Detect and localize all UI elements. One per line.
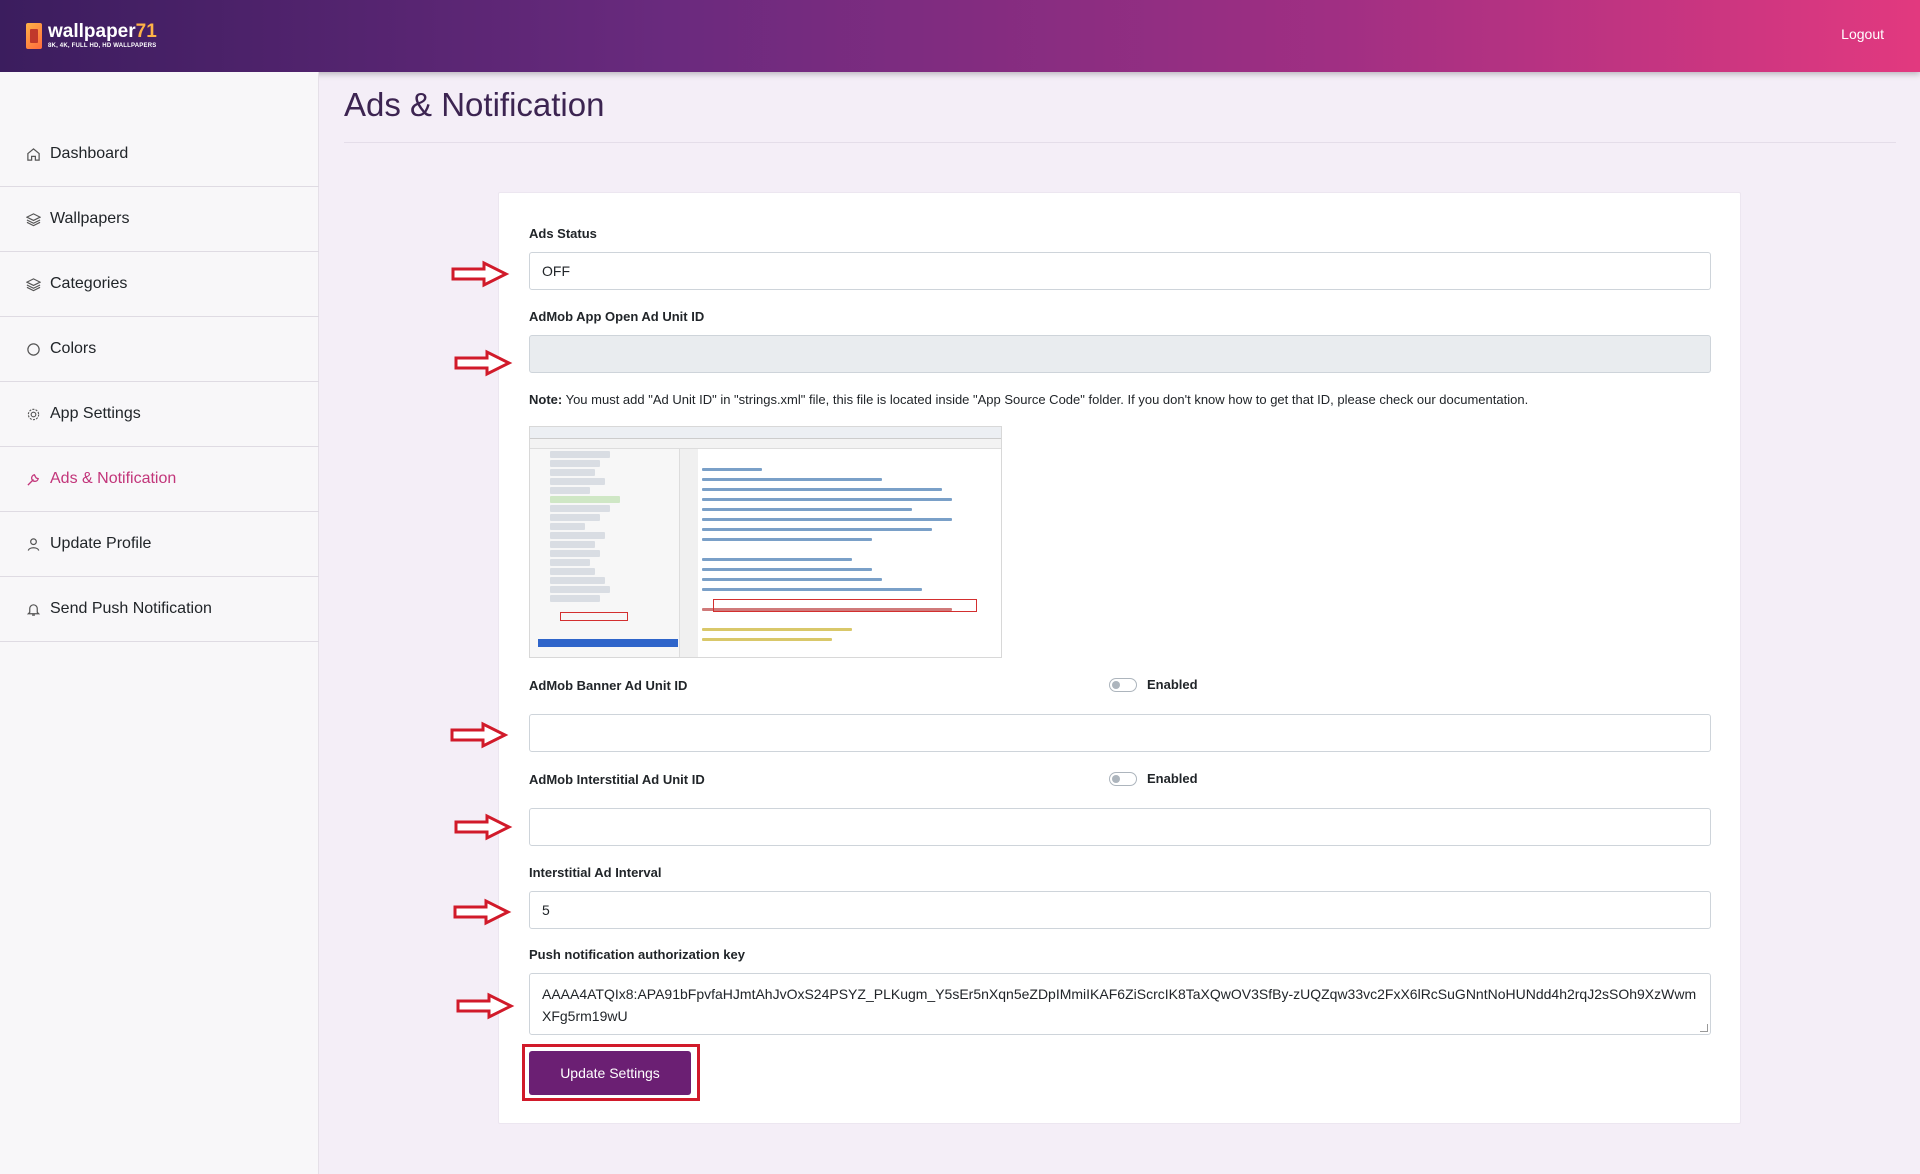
sidebar-item-label: Dashboard <box>50 145 129 162</box>
sidebar-item-wallpapers[interactable]: Wallpapers <box>0 187 319 252</box>
ads-status-select[interactable]: OFF <box>529 252 1711 290</box>
sidebar-item-update-profile[interactable]: Update Profile <box>0 512 319 577</box>
sidebar-item-label: Update Profile <box>50 535 152 552</box>
app-logo[interactable]: wallpaper71 8K, 4K, FULL HD, HD WALLPAPE… <box>26 22 157 49</box>
circle-icon <box>24 340 42 358</box>
page-title: Ads & Notification <box>344 86 605 123</box>
interstitial-toggle[interactable]: Enabled <box>1109 771 1198 786</box>
logo-icon <box>26 22 42 49</box>
logo-name: wallpaper <box>48 21 136 42</box>
logo-accent: 71 <box>135 21 157 42</box>
banner-toggle-switch[interactable] <box>1109 677 1137 692</box>
sidebar-item-label: Send Push Notification <box>50 600 212 617</box>
annotation-arrow-icon <box>451 260 510 288</box>
interstitial-toggle-label: Enabled <box>1147 771 1198 786</box>
sidebar-item-colors[interactable]: Colors <box>0 317 319 382</box>
top-header: wallpaper71 8K, 4K, FULL HD, HD WALLPAPE… <box>0 0 1920 72</box>
sidebar-item-label: Ads & Notification <box>50 470 177 487</box>
ide-tabs <box>530 439 1001 449</box>
home-icon <box>24 145 42 163</box>
ide-toolbar <box>530 427 1001 439</box>
logo-tagline: 8K, 4K, FULL HD, HD WALLPAPERS <box>48 43 157 49</box>
push-key-textarea[interactable]: AAAA4ATQIx8:APA91bFpvfaHJmtAhJvOxS24PSYZ… <box>529 973 1711 1035</box>
banner-ad-label: AdMob Banner Ad Unit ID <box>529 678 688 693</box>
user-icon <box>24 535 42 553</box>
wrench-icon <box>24 470 42 488</box>
note-body: You must add "Ad Unit ID" in "strings.xm… <box>562 392 1529 407</box>
interstitial-ad-input[interactable] <box>529 808 1711 846</box>
logout-link[interactable]: Logout <box>1841 26 1884 42</box>
banner-toggle-label: Enabled <box>1147 677 1198 692</box>
bell-icon <box>24 600 42 618</box>
sidebar: Dashboard Wallpapers Categories Colors A… <box>0 72 319 1174</box>
sidebar-item-ads-notification[interactable]: Ads & Notification <box>0 447 319 512</box>
ide-code-lines <box>702 461 992 648</box>
sidebar-item-label: Wallpapers <box>50 210 130 227</box>
title-divider <box>344 142 1896 143</box>
sidebar-item-label: Categories <box>50 275 128 292</box>
resize-handle[interactable] <box>1700 1024 1708 1032</box>
sidebar-item-send-push[interactable]: Send Push Notification <box>0 577 319 642</box>
interval-label: Interstitial Ad Interval <box>529 865 662 880</box>
layers-icon <box>24 275 42 293</box>
gear-icon <box>24 405 42 423</box>
annotation-arrow-icon <box>454 813 513 841</box>
sidebar-item-label: Colors <box>50 340 97 357</box>
push-key-value: AAAA4ATQIx8:APA91bFpvfaHJmtAhJvOxS24PSYZ… <box>542 986 1697 1024</box>
interval-input[interactable]: 5 <box>529 891 1711 929</box>
sidebar-item-app-settings[interactable]: App Settings <box>0 382 319 447</box>
note-text: Note: You must add "Ad Unit ID" in "stri… <box>529 392 1528 407</box>
interstitial-ad-label: AdMob Interstitial Ad Unit ID <box>529 772 705 787</box>
interstitial-toggle-switch[interactable] <box>1109 771 1137 786</box>
highlight-box <box>713 599 977 612</box>
sidebar-nav: Dashboard Wallpapers Categories Colors A… <box>0 122 319 642</box>
note-prefix: Note: <box>529 392 563 407</box>
open-ad-input[interactable] <box>529 335 1711 373</box>
annotation-arrow-icon <box>456 992 515 1020</box>
strings-xml-screenshot <box>529 426 1002 658</box>
banner-ad-input[interactable] <box>529 714 1711 752</box>
sidebar-item-categories[interactable]: Categories <box>0 252 319 317</box>
sidebar-item-dashboard[interactable]: Dashboard <box>0 122 319 187</box>
update-settings-button[interactable]: Update Settings <box>529 1051 691 1095</box>
ads-status-label: Ads Status <box>529 226 597 241</box>
sidebar-item-label: App Settings <box>50 405 141 422</box>
push-key-label: Push notification authorization key <box>529 947 745 962</box>
ide-project-tree <box>530 449 680 657</box>
highlight-box <box>560 612 628 621</box>
banner-toggle[interactable]: Enabled <box>1109 677 1198 692</box>
layers-icon <box>24 210 42 228</box>
open-ad-label: AdMob App Open Ad Unit ID <box>529 309 705 324</box>
annotation-arrow-icon <box>454 349 513 377</box>
annotation-arrow-icon <box>450 721 509 749</box>
annotation-arrow-icon <box>453 898 512 926</box>
